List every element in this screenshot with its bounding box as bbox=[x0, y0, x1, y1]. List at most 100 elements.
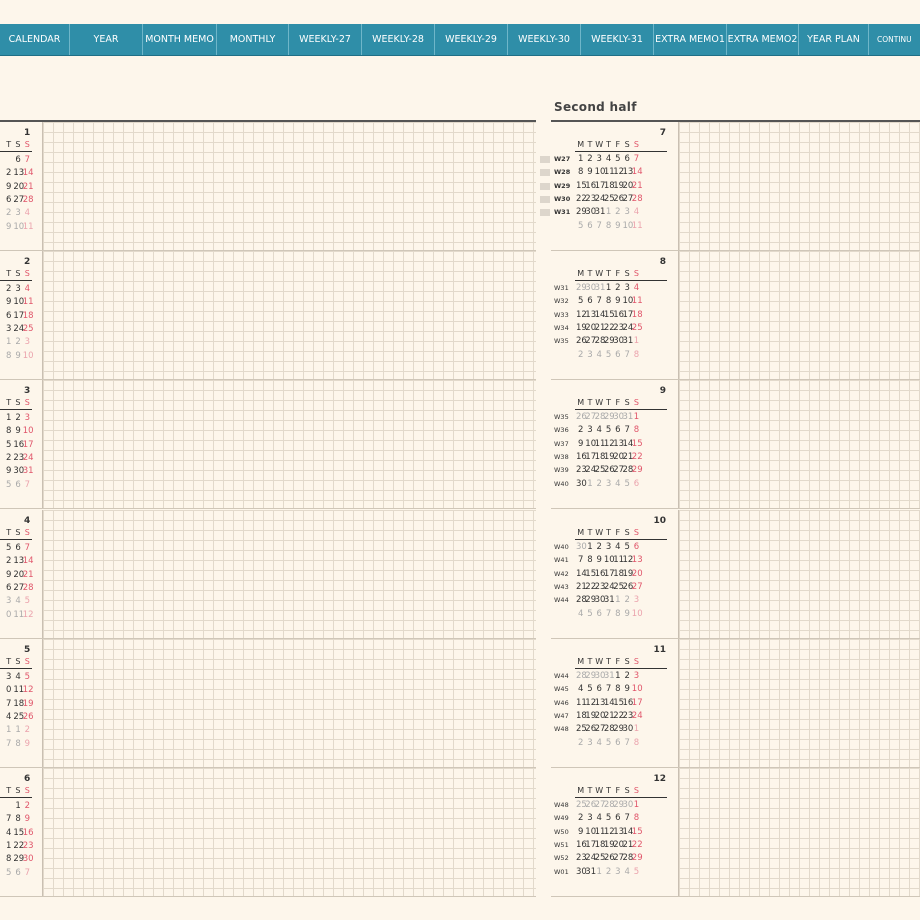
memo-grid[interactable] bbox=[43, 768, 536, 897]
tab-month-memo[interactable]: MONTH MEMO bbox=[143, 24, 217, 55]
day-cell[interactable]: 30 bbox=[623, 799, 634, 812]
day-cell[interactable]: 26 bbox=[623, 581, 634, 594]
day-cell[interactable]: 6 bbox=[4, 310, 13, 323]
day-cell[interactable]: 2 bbox=[4, 207, 13, 220]
day-cell[interactable]: 4 bbox=[23, 283, 32, 296]
day-cell[interactable]: 15 bbox=[632, 438, 643, 451]
day-cell[interactable]: 8 bbox=[613, 683, 622, 696]
day-cell[interactable]: 1 bbox=[613, 670, 622, 683]
day-cell[interactable]: 6 bbox=[595, 608, 604, 621]
day-cell[interactable]: 9 bbox=[623, 683, 632, 696]
day-cell[interactable]: 16 bbox=[623, 697, 634, 710]
day-cell[interactable]: 11 bbox=[632, 295, 643, 308]
day-cell[interactable]: 10 bbox=[13, 296, 24, 309]
day-cell[interactable]: 23 bbox=[585, 193, 596, 206]
day-cell[interactable]: 2 bbox=[595, 541, 604, 554]
day-cell[interactable]: 4 bbox=[595, 349, 604, 362]
day-cell[interactable]: 9 bbox=[576, 826, 585, 839]
day-cell[interactable]: 4 bbox=[595, 812, 604, 825]
day-cell[interactable]: 12 bbox=[576, 309, 587, 322]
day-cell[interactable]: 8 bbox=[632, 812, 641, 825]
day-cell[interactable]: 7 bbox=[632, 153, 641, 166]
day-cell[interactable]: 10 bbox=[585, 438, 596, 451]
tab-weekly-27[interactable]: WEEKLY-27 bbox=[289, 24, 362, 55]
day-cell[interactable]: 13 bbox=[632, 554, 643, 567]
day-cell[interactable]: 12 bbox=[604, 438, 615, 451]
day-cell[interactable]: 6 bbox=[13, 542, 22, 555]
day-cell[interactable]: 5 bbox=[623, 541, 632, 554]
week-number[interactable]: W38 bbox=[554, 451, 569, 464]
day-cell[interactable]: 26 bbox=[604, 852, 615, 865]
day-cell[interactable]: 23 bbox=[613, 322, 624, 335]
week-number[interactable]: W31 bbox=[554, 282, 569, 295]
day-cell[interactable]: 18 bbox=[595, 451, 606, 464]
day-cell[interactable]: 10 bbox=[595, 166, 606, 179]
week-number[interactable]: W36 bbox=[554, 424, 569, 437]
week-number[interactable]: W44 bbox=[554, 594, 569, 607]
day-cell[interactable]: 2 bbox=[613, 282, 622, 295]
day-cell[interactable]: 22 bbox=[632, 451, 643, 464]
day-cell[interactable]: 16 bbox=[23, 827, 34, 840]
day-cell[interactable]: 20 bbox=[13, 181, 24, 194]
day-cell[interactable]: 1 bbox=[585, 541, 594, 554]
day-cell[interactable]: 3 bbox=[13, 207, 22, 220]
week-number[interactable]: W32 bbox=[554, 295, 569, 308]
day-cell[interactable]: 8 bbox=[585, 554, 594, 567]
week-number[interactable]: W37 bbox=[554, 438, 569, 451]
day-cell[interactable]: 2 bbox=[576, 812, 585, 825]
day-cell[interactable]: 5 bbox=[4, 867, 13, 880]
day-cell[interactable]: 5 bbox=[23, 671, 32, 684]
day-cell[interactable]: 22 bbox=[585, 581, 596, 594]
day-cell[interactable]: 7 bbox=[623, 424, 632, 437]
memo-grid[interactable] bbox=[43, 510, 536, 639]
day-cell[interactable]: 4 bbox=[576, 683, 585, 696]
day-cell[interactable]: 11 bbox=[613, 554, 624, 567]
day-cell[interactable]: 19 bbox=[613, 180, 624, 193]
day-cell[interactable]: 10 bbox=[23, 425, 34, 438]
day-cell[interactable]: 11 bbox=[23, 221, 34, 234]
day-cell[interactable]: 7 bbox=[23, 867, 32, 880]
week-number[interactable]: W46 bbox=[554, 697, 569, 710]
day-cell[interactable]: 26 bbox=[613, 193, 624, 206]
day-cell[interactable]: 4 bbox=[595, 737, 604, 750]
day-cell[interactable]: 5 bbox=[576, 295, 585, 308]
day-cell[interactable]: 2 bbox=[613, 206, 622, 219]
week-number[interactable]: W48 bbox=[554, 799, 569, 812]
day-cell[interactable]: 2 bbox=[13, 336, 22, 349]
day-cell[interactable]: 2 bbox=[4, 452, 13, 465]
day-cell[interactable]: 1 bbox=[632, 723, 641, 736]
day-cell[interactable]: 26 bbox=[576, 335, 587, 348]
day-cell[interactable]: 1 bbox=[4, 724, 13, 737]
day-cell[interactable]: 19 bbox=[604, 451, 615, 464]
day-cell[interactable]: 30 bbox=[576, 866, 587, 879]
day-cell[interactable]: 22 bbox=[576, 193, 587, 206]
day-cell[interactable]: 4 bbox=[13, 671, 22, 684]
day-cell[interactable]: 27 bbox=[13, 582, 24, 595]
day-cell[interactable]: 11 bbox=[595, 438, 606, 451]
day-cell[interactable]: 9 bbox=[623, 608, 632, 621]
day-cell[interactable]: 16 bbox=[595, 568, 606, 581]
day-cell[interactable]: 6 bbox=[13, 154, 22, 167]
week-number[interactable]: W34 bbox=[554, 322, 569, 335]
day-cell[interactable]: 27 bbox=[595, 799, 606, 812]
day-cell[interactable]: 16 bbox=[576, 451, 587, 464]
day-cell[interactable]: 11 bbox=[13, 609, 24, 622]
day-cell[interactable]: 6 bbox=[4, 194, 13, 207]
day-cell[interactable]: 3 bbox=[632, 670, 641, 683]
day-cell[interactable]: 2 bbox=[623, 670, 632, 683]
day-cell[interactable]: 7 bbox=[576, 554, 585, 567]
day-cell[interactable]: 0 bbox=[4, 609, 13, 622]
day-cell[interactable]: 28 bbox=[604, 799, 615, 812]
day-cell[interactable]: 7 bbox=[23, 542, 32, 555]
day-cell[interactable]: 8 bbox=[604, 295, 613, 308]
day-cell[interactable]: 14 bbox=[595, 309, 606, 322]
day-cell[interactable]: 29 bbox=[604, 411, 615, 424]
day-cell[interactable]: 19 bbox=[585, 710, 596, 723]
day-cell[interactable]: 5 bbox=[4, 542, 13, 555]
day-cell[interactable]: 5 bbox=[4, 479, 13, 492]
week-number[interactable]: W33 bbox=[554, 309, 569, 322]
day-cell[interactable]: 29 bbox=[613, 723, 624, 736]
day-cell[interactable]: 28 bbox=[595, 411, 606, 424]
day-cell[interactable]: 3 bbox=[623, 206, 632, 219]
week-number[interactable]: W51 bbox=[554, 839, 569, 852]
